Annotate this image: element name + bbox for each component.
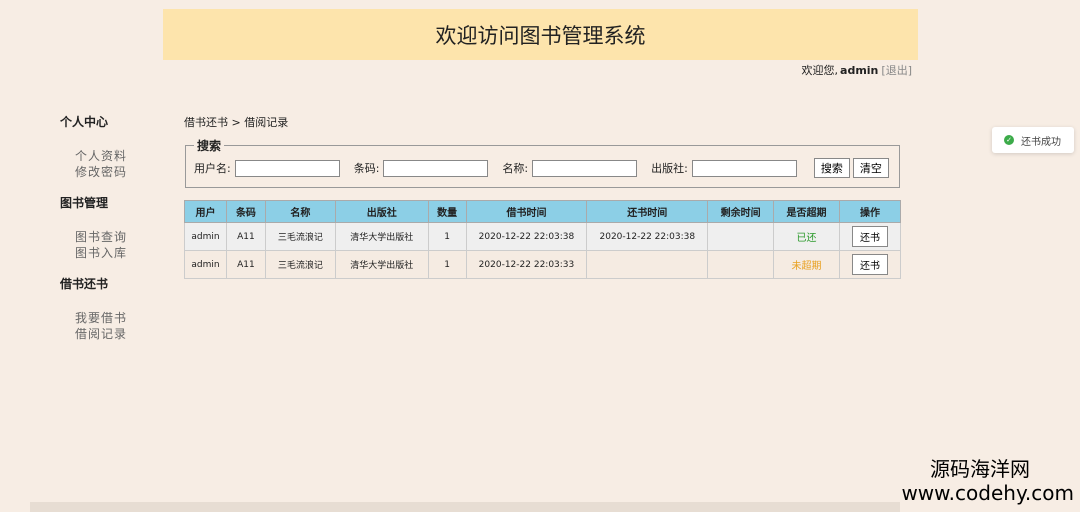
- user-bar: 欢迎您, admin [退出]: [802, 62, 912, 78]
- cell-action: 还书: [839, 222, 901, 251]
- cell-borrow-time: 2020-12-22 22:03:33: [465, 250, 588, 279]
- page-header: 欢迎访问图书管理系统: [163, 9, 918, 60]
- clear-button[interactable]: 清空: [852, 158, 889, 178]
- table-row: admin A11 三毛流浪记 清华大学出版社 1 2020-12-22 22:…: [184, 222, 901, 251]
- col-header-borrow-time: 借书时间: [465, 200, 588, 223]
- cell-overdue: 已还: [773, 222, 840, 251]
- watermark-line1: 源码海洋网: [930, 457, 1030, 481]
- search-button[interactable]: 搜索: [813, 158, 850, 178]
- name-label: 名称:: [502, 162, 529, 175]
- watermark: 源码海洋网 www.codehy.com: [901, 457, 1074, 505]
- cell-remaining: [707, 250, 775, 279]
- page-title: 欢迎访问图书管理系统: [435, 23, 646, 48]
- sidebar-item-records[interactable]: 借阅记录: [75, 326, 160, 342]
- status-badge: 已还: [796, 233, 817, 244]
- sidebar-item-borrow[interactable]: 我要借书: [75, 310, 160, 326]
- sidebar-item-book-stock[interactable]: 图书入库: [75, 245, 160, 261]
- cell-publisher: 清华大学出版社: [334, 250, 429, 279]
- col-header-user: 用户: [184, 200, 227, 223]
- col-header-name: 名称: [264, 200, 336, 223]
- check-circle-icon: ✓: [1004, 135, 1014, 145]
- sidebar-group-title: 图书管理: [60, 196, 109, 210]
- status-badge: 未超期: [791, 261, 822, 272]
- sidebar: 个人中心 个人资料 修改密码 图书管理 图书查询 图书入库 借书还书 我要借书 …: [60, 113, 160, 356]
- cell-return-time: 2020-12-22 22:03:38: [586, 222, 709, 251]
- search-panel: 搜索 用户名: 条码: 名称: 出版社: 搜索 清空: [185, 137, 900, 188]
- cell-borrow-time: 2020-12-22 22:03:38: [465, 222, 588, 251]
- sidebar-group-profile: 个人中心 个人资料 修改密码: [60, 113, 160, 180]
- username: admin: [840, 64, 879, 77]
- col-header-action: 操作: [839, 200, 901, 223]
- greeting-text: 欢迎您,: [801, 64, 839, 77]
- cell-barcode: A11: [225, 250, 266, 279]
- return-book-button[interactable]: 还书: [852, 226, 888, 247]
- barcode-label: 条码:: [353, 162, 380, 175]
- col-header-remaining: 剩余时间: [707, 200, 775, 223]
- cell-publisher: 清华大学出版社: [334, 222, 429, 251]
- sidebar-item-book-search[interactable]: 图书查询: [75, 229, 160, 245]
- search-row: 用户名: 条码: 名称: 出版社: 搜索 清空: [194, 151, 891, 185]
- cell-action: 还书: [839, 250, 901, 279]
- cell-overdue: 未超期: [773, 250, 840, 279]
- cell-user: admin: [184, 250, 227, 279]
- cell-name: 三毛流浪记: [264, 222, 336, 251]
- search-legend: 搜索: [197, 139, 222, 153]
- cell-user: admin: [184, 222, 227, 251]
- breadcrumb: 借书还书 > 借阅记录: [184, 116, 289, 129]
- cell-qty: 1: [427, 250, 467, 279]
- table-header-row: 用户 条码 名称 出版社 数量 借书时间 还书时间 剩余时间 是否超期 操作: [184, 200, 901, 223]
- sidebar-item-change-password[interactable]: 修改密码: [75, 164, 160, 180]
- cell-qty: 1: [427, 222, 467, 251]
- records-table: 用户 条码 名称 出版社 数量 借书时间 还书时间 剩余时间 是否超期 操作 a…: [184, 200, 901, 279]
- cell-barcode: A11: [225, 222, 266, 251]
- logout-link[interactable]: [退出]: [881, 64, 912, 77]
- barcode-input[interactable]: [383, 159, 489, 177]
- success-toast: ✓ 还书成功: [992, 127, 1074, 153]
- col-header-return-time: 还书时间: [586, 200, 709, 223]
- watermark-line2: www.codehy.com: [901, 481, 1074, 505]
- col-header-overdue: 是否超期: [773, 200, 840, 223]
- cell-name: 三毛流浪记: [264, 250, 336, 279]
- col-header-barcode: 条码: [225, 200, 266, 223]
- col-header-publisher: 出版社: [334, 200, 429, 223]
- sidebar-group-borrow: 借书还书 我要借书 借阅记录: [60, 275, 160, 342]
- name-input[interactable]: [532, 159, 638, 177]
- publisher-input[interactable]: [691, 159, 797, 177]
- cell-return-time: [586, 250, 709, 279]
- sidebar-group-books: 图书管理 图书查询 图书入库: [60, 194, 160, 261]
- publisher-label: 出版社:: [651, 162, 688, 175]
- sidebar-item-profile[interactable]: 个人资料: [75, 148, 160, 164]
- cell-remaining: [707, 222, 775, 251]
- sidebar-group-title: 借书还书: [60, 277, 109, 291]
- return-book-button[interactable]: 还书: [852, 254, 888, 275]
- sidebar-group-title: 个人中心: [60, 115, 109, 129]
- username-input[interactable]: [234, 159, 340, 177]
- col-header-qty: 数量: [427, 200, 467, 223]
- bottom-scroll-bar: [30, 502, 900, 512]
- table-row: admin A11 三毛流浪记 清华大学出版社 1 2020-12-22 22:…: [184, 250, 901, 279]
- username-label: 用户名:: [194, 162, 231, 175]
- toast-message: 还书成功: [1021, 136, 1061, 148]
